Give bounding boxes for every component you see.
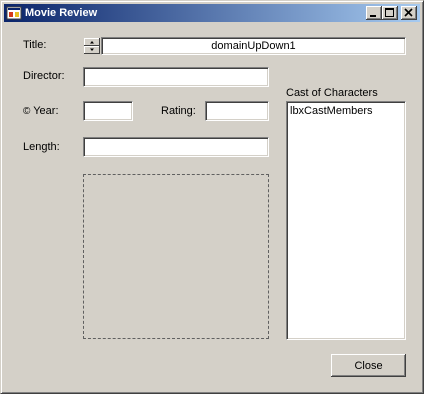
close-icon <box>404 8 413 17</box>
spin-down-button[interactable] <box>84 46 100 54</box>
copyright-icon: © <box>23 106 31 117</box>
movie-review-window: Movie Review Title: domainUpDown1 Direct… <box>0 0 424 394</box>
year-label: Year: <box>33 105 59 117</box>
year-field[interactable] <box>83 101 133 121</box>
year-label-group: © Year: <box>23 105 59 118</box>
title-bar[interactable]: Movie Review <box>4 4 420 22</box>
window-title: Movie Review <box>25 7 98 19</box>
cast-label: Cast of Characters <box>286 87 378 99</box>
arrow-down-icon <box>90 48 94 51</box>
rating-field[interactable] <box>205 101 269 121</box>
list-item[interactable]: lbxCastMembers <box>290 105 373 118</box>
minimize-button[interactable] <box>366 6 382 20</box>
length-field[interactable] <box>83 137 269 157</box>
length-label: Length: <box>23 141 60 153</box>
arrow-up-icon <box>90 41 94 44</box>
app-icon[interactable] <box>6 5 22 21</box>
maximize-button[interactable] <box>382 6 398 20</box>
title-label: Title: <box>23 39 47 51</box>
title-spinner[interactable] <box>84 38 100 54</box>
cast-listbox[interactable]: lbxCastMembers <box>286 101 406 340</box>
title-domain-updown[interactable] <box>101 37 406 55</box>
director-label: Director: <box>23 70 65 82</box>
minimize-icon <box>370 15 376 17</box>
poster-picture-box <box>83 174 269 339</box>
spin-up-button[interactable] <box>84 38 100 46</box>
rating-label: Rating: <box>161 105 196 117</box>
close-window-button[interactable] <box>401 6 417 20</box>
close-button[interactable]: Close <box>331 354 406 377</box>
director-field[interactable] <box>83 67 269 87</box>
maximize-icon <box>385 8 394 17</box>
